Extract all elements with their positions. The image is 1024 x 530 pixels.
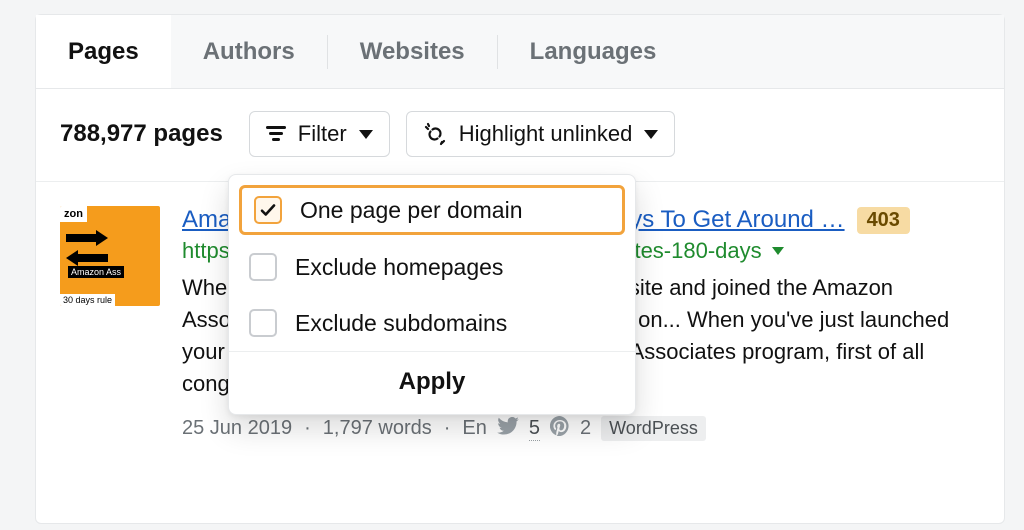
filter-button[interactable]: Filter (249, 111, 390, 157)
result-date: 25 Jun 2019 (182, 417, 292, 440)
filter-option-exclude-subdomains[interactable]: Exclude subdomains (229, 295, 635, 351)
chevron-down-icon (359, 130, 373, 139)
filter-option-exclude-homepages[interactable]: Exclude homepages (229, 239, 635, 295)
result-lang: En (462, 417, 486, 440)
checkbox-checked-icon (254, 196, 282, 224)
twitter-icon (497, 417, 519, 441)
checkbox-unchecked-icon (249, 309, 277, 337)
filter-option-one-page-per-domain[interactable]: One page per domain (239, 185, 625, 235)
pinterest-icon (550, 416, 570, 442)
unlinked-icon (423, 122, 447, 146)
pinterest-count: 2 (580, 417, 591, 440)
tab-languages[interactable]: Languages (498, 15, 689, 88)
thumb-top-label: zon (60, 206, 87, 222)
filter-option-label: One page per domain (300, 197, 523, 224)
filter-option-label: Exclude homepages (295, 254, 503, 281)
tab-pages[interactable]: Pages (36, 15, 171, 88)
filter-dropdown-panel: One page per domain Exclude homepages Ex… (228, 174, 636, 415)
filter-apply-button[interactable]: Apply (229, 351, 635, 414)
result-word-count: 1,797 words (323, 417, 432, 440)
toolbar: 788,977 pages Filter (36, 89, 1004, 181)
result-thumbnail: zon Amazon Ass 30 days rule (60, 206, 160, 306)
filter-icon (266, 125, 286, 143)
filter-option-label: Exclude subdomains (295, 310, 507, 337)
platform-tag: WordPress (601, 416, 706, 441)
checkbox-unchecked-icon (249, 253, 277, 281)
result-count: 788,977 pages (60, 120, 223, 148)
tab-authors[interactable]: Authors (171, 15, 327, 88)
tab-websites[interactable]: Websites (328, 15, 497, 88)
tabs-bar: Pages Authors Websites Languages (36, 15, 1004, 89)
thumb-bottom-label: 30 days rule (60, 294, 115, 306)
highlight-label: Highlight unlinked (459, 121, 633, 147)
chevron-down-icon (644, 130, 658, 139)
twitter-count[interactable]: 5 (529, 417, 540, 441)
url-chevron-down-icon[interactable] (772, 247, 784, 255)
result-meta: 25 Jun 2019 1,797 words En 5 2 WordPress (182, 416, 980, 442)
highlight-unlinked-button[interactable]: Highlight unlinked (406, 111, 676, 157)
filter-label: Filter (298, 121, 347, 147)
result-badge: 403 (857, 207, 910, 234)
thumb-mid-label: Amazon Ass (68, 266, 124, 278)
